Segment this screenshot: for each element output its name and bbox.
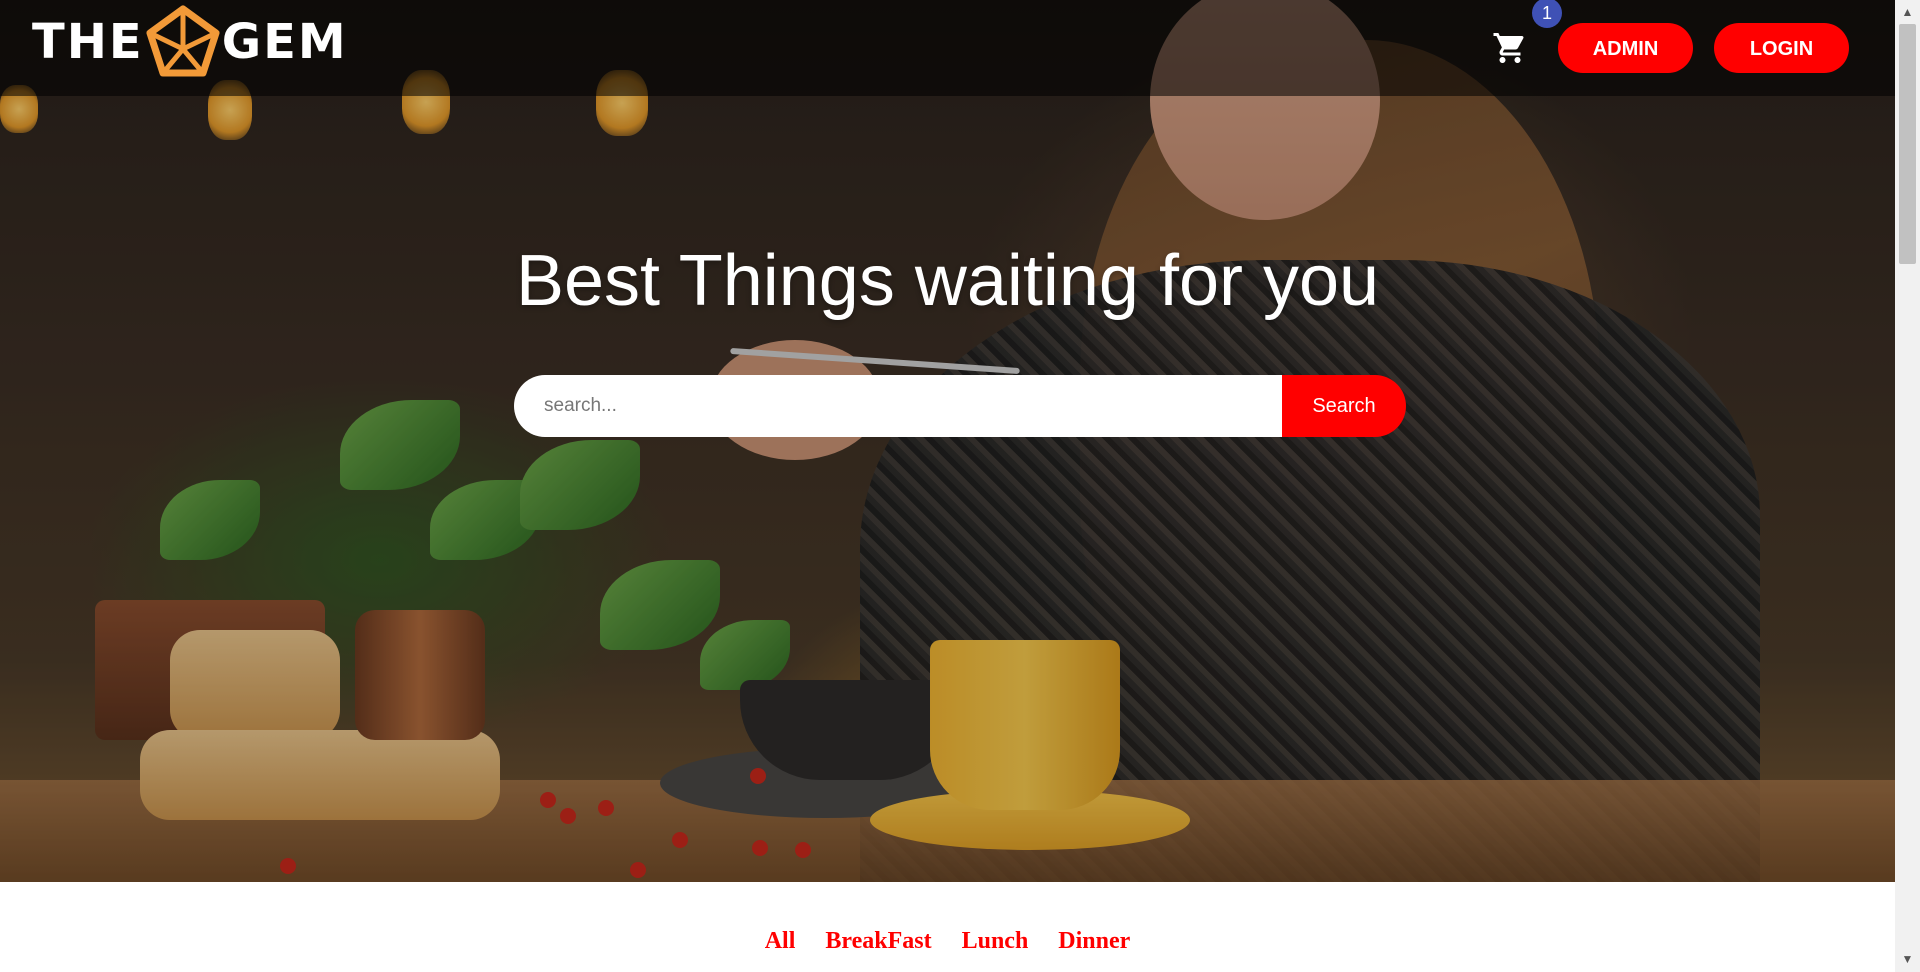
- navbar: THE GEM 1 ADMIN LOGIN: [0, 0, 1895, 96]
- login-button[interactable]: LOGIN: [1714, 23, 1849, 73]
- search-form: Search: [514, 375, 1406, 437]
- category-filter: All BreakFast Lunch Dinner: [0, 928, 1895, 955]
- brand-name-left: THE: [32, 14, 144, 70]
- scroll-up-arrow-icon[interactable]: ▲: [1895, 0, 1920, 25]
- page: Best Things waiting for you Search THE G…: [0, 0, 1895, 972]
- vertical-scrollbar[interactable]: ▲ ▼: [1895, 0, 1920, 972]
- brand-logo[interactable]: THE GEM: [32, 4, 348, 80]
- scroll-down-arrow-icon[interactable]: ▼: [1895, 947, 1920, 972]
- scroll-thumb[interactable]: [1899, 24, 1916, 264]
- admin-button[interactable]: ADMIN: [1558, 23, 1693, 73]
- search-button[interactable]: Search: [1282, 375, 1406, 437]
- category-all[interactable]: All: [765, 928, 796, 955]
- hero-overlay: [0, 0, 1895, 882]
- category-lunch[interactable]: Lunch: [962, 928, 1029, 955]
- cart-count-badge: 1: [1532, 0, 1562, 28]
- category-dinner[interactable]: Dinner: [1058, 928, 1130, 955]
- pentagon-gem-icon: [146, 5, 220, 77]
- shopping-cart-icon[interactable]: [1492, 30, 1528, 66]
- category-breakfast[interactable]: BreakFast: [825, 928, 931, 955]
- brand-name-right: GEM: [221, 14, 348, 70]
- hero-section: Best Things waiting for you Search: [0, 0, 1895, 882]
- search-input[interactable]: [514, 375, 1282, 437]
- hero-title: Best Things waiting for you: [515, 241, 1380, 321]
